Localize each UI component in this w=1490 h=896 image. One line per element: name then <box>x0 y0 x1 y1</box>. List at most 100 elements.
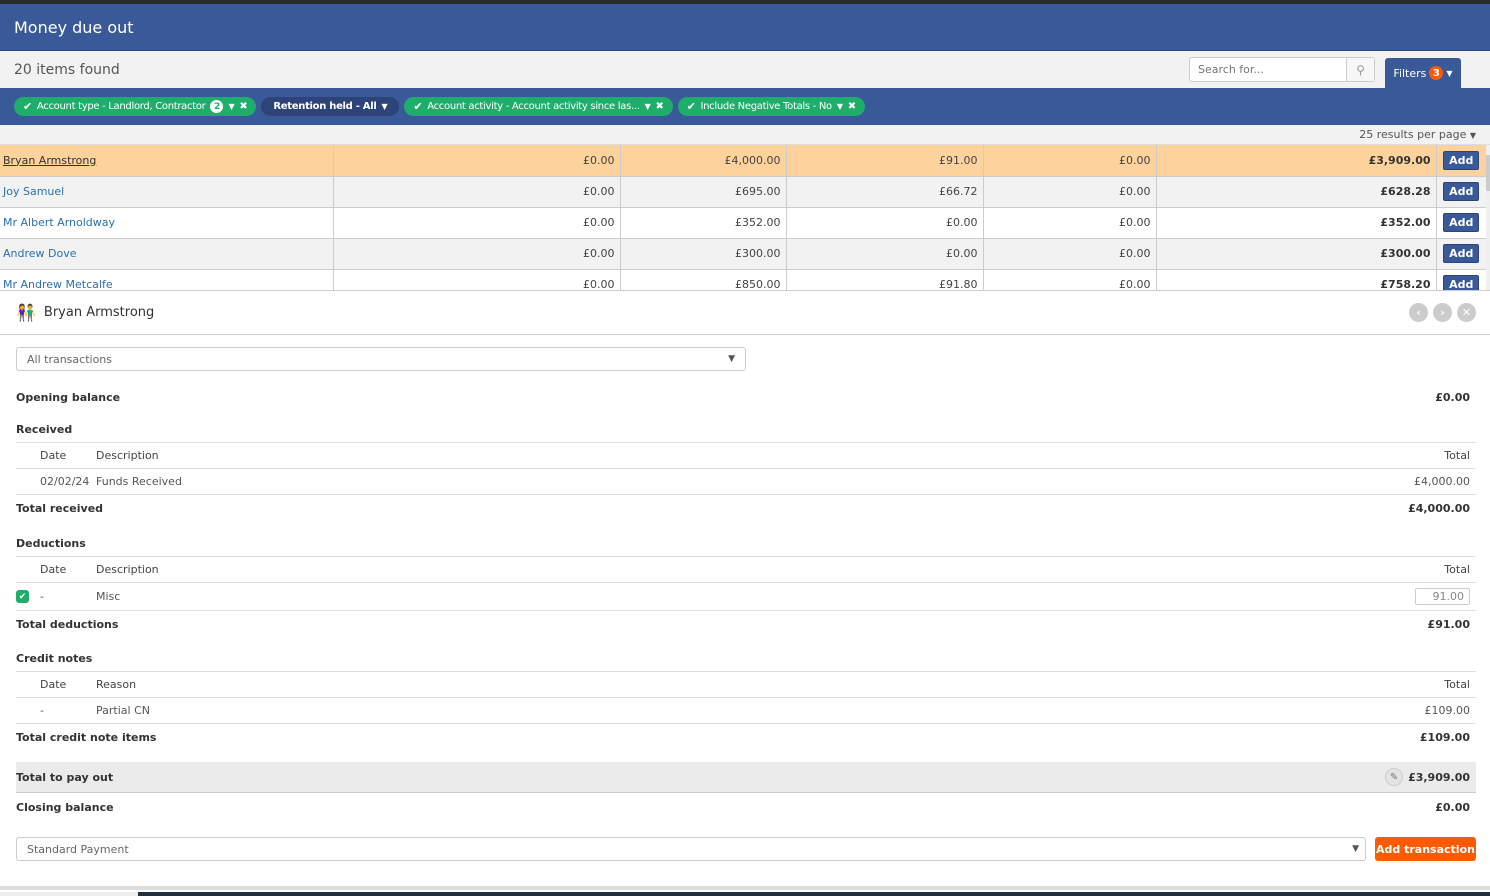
cell-value: £4,000.00 <box>620 145 787 177</box>
col-description: Description <box>96 563 159 576</box>
payment-type-value: Standard Payment <box>27 842 129 856</box>
transaction-filter-select[interactable]: All transactions ▼ <box>16 347 746 371</box>
row-date: - <box>40 704 44 717</box>
deductions-table: Date Description Total ✔ - Misc 91.00 <box>16 556 1476 611</box>
table-row[interactable]: Bryan Armstrong £0.00 £4,000.00 £91.00 £… <box>0 145 1486 177</box>
next-icon[interactable]: › <box>1433 303 1452 322</box>
items-found-count: 20 items found <box>14 61 120 78</box>
total-deductions-label: Total deductions <box>16 617 119 631</box>
add-button[interactable]: Add <box>1443 213 1480 232</box>
results-per-page-select[interactable]: 25 results per page ▼ <box>0 125 1490 145</box>
cell-value: £0.00 <box>983 238 1157 270</box>
caret-down-icon: ▼ <box>836 102 843 111</box>
account-name-link[interactable]: Mr Andrew Metcalfe <box>0 269 334 290</box>
os-taskbar <box>0 886 1490 896</box>
table-row: 02/02/24 Funds Received £4,000.00 <box>16 469 1476 495</box>
chip-label: Account activity - Account activity sinc… <box>427 101 640 112</box>
account-name-link[interactable]: Andrew Dove <box>0 238 334 270</box>
add-transaction-button[interactable]: Add transaction <box>1375 837 1476 861</box>
cell-total: £3,909.00 <box>1156 145 1437 177</box>
chip-count-badge: 2 <box>210 100 224 113</box>
search-input[interactable] <box>1190 58 1346 81</box>
cell-value: £0.00 <box>333 238 621 270</box>
add-button[interactable]: Add <box>1443 182 1480 201</box>
scrollbar-thumb[interactable] <box>1486 155 1490 191</box>
cell-value: £91.80 <box>786 269 984 290</box>
table-header-row: Date Reason Total <box>16 672 1476 698</box>
section-title: Credit notes <box>16 651 93 665</box>
transaction-filter-value: All transactions <box>27 352 113 366</box>
remove-filter-icon[interactable]: ✖ <box>848 101 856 112</box>
col-total: Total <box>1444 449 1470 462</box>
filter-chip-negative-totals[interactable]: ✔ Include Negative Totals - No ▼ ✖ <box>677 97 865 116</box>
account-name-link[interactable]: Joy Samuel <box>0 176 334 208</box>
opening-balance-value: £0.00 <box>1435 390 1470 404</box>
add-button[interactable]: Add <box>1443 244 1480 263</box>
pay-out-value: £3,909.00 <box>1408 770 1470 784</box>
taskbar-divider <box>0 886 1490 890</box>
chevron-down-icon: ▼ <box>1352 844 1359 854</box>
edit-pencil-icon[interactable]: ✎ <box>1385 768 1404 786</box>
col-date: Date <box>40 678 67 691</box>
cell-value: £0.00 <box>333 207 621 239</box>
cell-value: £352.00 <box>620 207 787 239</box>
add-button[interactable]: Add <box>1443 275 1480 290</box>
payment-type-select[interactable]: Standard Payment ▼ <box>16 837 1366 861</box>
filter-chip-account-activity[interactable]: ✔ Account activity - Account activity si… <box>404 97 673 116</box>
check-icon: ✔ <box>686 100 696 113</box>
credit-notes-section-title: Credit notes <box>16 645 1476 671</box>
col-total: Total <box>1444 678 1470 691</box>
check-icon: ✔ <box>413 100 423 113</box>
results-per-page-label: 25 results per page <box>1359 128 1467 141</box>
credit-notes-table: Date Reason Total - Partial CN £109.00 <box>16 671 1476 724</box>
deduction-amount-input[interactable]: 91.00 <box>1415 588 1470 605</box>
caret-down-icon: ▼ <box>381 102 388 111</box>
chip-label: Account type - Landlord, Contractor <box>36 101 206 112</box>
filters-label: Filters <box>1393 66 1427 80</box>
table-row[interactable]: Mr Albert Arnoldway £0.00 £352.00 £0.00 … <box>0 207 1486 239</box>
total-credit-notes-label: Total credit note items <box>16 730 157 744</box>
table-header-row: Date Description Total <box>16 443 1476 469</box>
cell-value: £300.00 <box>620 238 787 270</box>
cell-value: £695.00 <box>620 176 787 208</box>
detail-account-name: Bryan Armstrong <box>43 305 155 320</box>
results-toolbar: 20 items found ⚲ Filters 3 ▼ <box>0 51 1490 88</box>
check-icon: ✔ <box>23 100 32 113</box>
search-button[interactable]: ⚲ <box>1346 58 1374 81</box>
deductions-section-title: Deductions <box>16 530 1476 556</box>
filter-chip-account-type[interactable]: ✔ Account type - Landlord, Contractor 2 … <box>14 97 257 116</box>
col-description: Description <box>96 449 159 462</box>
row-total: £109.00 <box>1424 704 1471 717</box>
closing-balance-value: £0.00 <box>1435 800 1470 814</box>
grid-scrollbar[interactable] <box>1486 145 1490 290</box>
deduction-checkbox[interactable]: ✔ <box>16 590 29 603</box>
cell-value: £0.00 <box>983 145 1157 177</box>
remove-filter-icon[interactable]: ✖ <box>655 101 663 112</box>
filters-button[interactable]: Filters 3 ▼ <box>1385 58 1461 88</box>
page-header: Money due out <box>0 4 1490 51</box>
close-icon[interactable]: ✕ <box>1457 303 1476 322</box>
account-name-link[interactable]: Mr Albert Arnoldway <box>0 207 334 239</box>
col-reason: Reason <box>96 678 137 691</box>
total-received-label: Total received <box>16 501 104 515</box>
filters-count-badge: 3 <box>1429 66 1444 80</box>
add-button[interactable]: Add <box>1443 150 1480 170</box>
received-table: Date Description Total 02/02/24 Funds Re… <box>16 442 1476 495</box>
cell-total: £758.20 <box>1156 269 1437 290</box>
table-row[interactable]: Mr Andrew Metcalfe £0.00 £850.00 £91.80 … <box>0 269 1486 290</box>
col-date: Date <box>40 563 67 576</box>
remove-filter-icon[interactable]: ✖ <box>239 101 247 112</box>
cell-value: £0.00 <box>333 145 621 177</box>
previous-icon[interactable]: ‹ <box>1409 303 1428 322</box>
cell-value: £0.00 <box>786 238 984 270</box>
taskbar-right <box>138 892 1490 896</box>
account-name-link[interactable]: Bryan Armstrong <box>0 145 334 177</box>
table-row[interactable]: Andrew Dove £0.00 £300.00 £0.00 £0.00 £3… <box>0 238 1486 270</box>
opening-balance-label: Opening balance <box>16 390 121 404</box>
filter-chip-retention-held[interactable]: Retention held - All ▼ <box>261 97 400 116</box>
search-icon: ⚲ <box>1356 62 1365 77</box>
people-icon: 👫 <box>16 303 36 322</box>
opening-balance-row: Opening balance £0.00 <box>16 384 1476 410</box>
table-row: - Partial CN £109.00 <box>16 698 1476 724</box>
table-row[interactable]: Joy Samuel £0.00 £695.00 £66.72 £0.00 £6… <box>0 176 1486 208</box>
